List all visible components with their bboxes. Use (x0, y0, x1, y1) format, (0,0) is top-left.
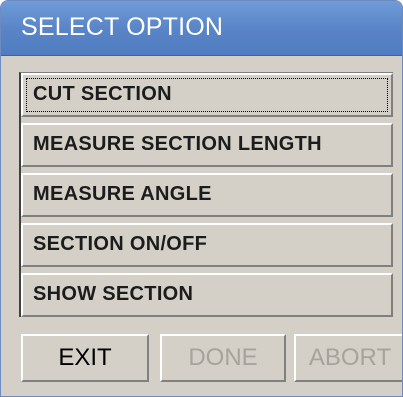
option-section-on-off-button[interactable]: SECTION ON/OFF (21, 223, 393, 267)
option-label: CUT SECTION (33, 83, 172, 105)
exit-button-label: EXIT (58, 344, 112, 371)
button-row: EXIT DONE ABORT (19, 334, 402, 382)
option-measure-angle-button[interactable]: MEASURE ANGLE (21, 173, 393, 217)
option-show-section-button[interactable]: SHOW SECTION (21, 273, 393, 317)
abort-button: ABORT (294, 334, 402, 382)
option-label: SHOW SECTION (33, 283, 194, 305)
option-cut-section-button[interactable]: CUT SECTION (21, 73, 393, 117)
done-button-label: DONE (188, 344, 258, 371)
dialog-title: SELECT OPTION (21, 13, 224, 41)
option-label: MEASURE ANGLE (33, 183, 212, 205)
option-label: SECTION ON/OFF (33, 233, 208, 255)
done-button: DONE (160, 334, 286, 382)
exit-button[interactable]: EXIT (21, 334, 149, 382)
option-measure-section-length-button[interactable]: MEASURE SECTION LENGTH (21, 123, 393, 167)
title-bar[interactable]: SELECT OPTION (1, 1, 402, 56)
select-option-dialog: SELECT OPTION CUT SECTION MEASURE SECTIO… (0, 0, 403, 397)
option-list: CUT SECTION MEASURE SECTION LENGTH MEASU… (19, 72, 393, 317)
option-label: MEASURE SECTION LENGTH (33, 133, 322, 155)
abort-button-label: ABORT (308, 344, 392, 371)
